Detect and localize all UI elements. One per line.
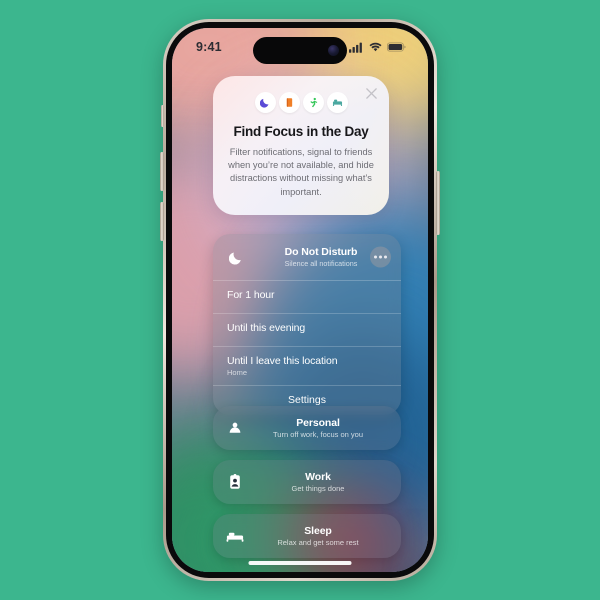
promo-icon-row xyxy=(227,92,375,113)
focus-mode-title: Sleep xyxy=(304,525,332,537)
volume-up-button[interactable] xyxy=(160,152,164,191)
status-bar-icons xyxy=(349,42,406,53)
focus-mode-title: Personal xyxy=(296,417,340,429)
dnd-option-label: Until I leave this location xyxy=(227,355,338,367)
focus-mode-subtitle: Relax and get some rest xyxy=(277,538,359,547)
bed-icon xyxy=(326,92,348,113)
focus-mode-subtitle: Turn off work, focus on you xyxy=(272,430,364,439)
close-icon[interactable] xyxy=(365,87,378,100)
focus-mode-personal[interactable]: Personal Turn off work, focus on you xyxy=(213,406,401,450)
moon-icon xyxy=(254,92,276,113)
dnd-option-until-this-evening[interactable]: Until this evening xyxy=(213,314,401,347)
iphone-device: 9:41 Find Focus in the Day Filter notifi… xyxy=(160,19,440,581)
dnd-option-for-1-hour[interactable]: For 1 hour xyxy=(213,281,401,314)
silent-switch-button[interactable] xyxy=(161,105,164,127)
status-bar-time: 9:41 xyxy=(196,40,222,54)
focus-mode-text: Work Get things done xyxy=(235,471,401,493)
dnd-option-sublabel: Home xyxy=(227,368,248,377)
focus-mode-title: Work xyxy=(305,471,331,483)
dnd-option-label: Until this evening xyxy=(227,322,306,334)
more-options-button[interactable] xyxy=(370,246,391,268)
dnd-option-label: For 1 hour xyxy=(227,289,275,301)
cellular-signal-icon xyxy=(349,42,362,53)
do-not-disturb-panel: Do Not Disturb Silence all notifications… xyxy=(213,234,401,415)
power-button[interactable] xyxy=(436,171,440,235)
wifi-icon xyxy=(369,42,382,51)
phone-screen: 9:41 Find Focus in the Day Filter notifi… xyxy=(172,28,428,572)
focus-mode-sleep[interactable]: Sleep Relax and get some rest xyxy=(213,514,401,558)
dynamic-island[interactable] xyxy=(253,37,347,64)
focus-mode-work[interactable]: Work Get things done xyxy=(213,460,401,504)
runner-icon xyxy=(302,92,324,113)
promo-body: Filter notifications, signal to friends … xyxy=(228,147,374,197)
book-icon xyxy=(278,92,300,113)
front-camera-icon xyxy=(328,45,339,56)
focus-mode-subtitle: Get things done xyxy=(291,484,345,493)
volume-down-button[interactable] xyxy=(160,202,164,241)
dnd-header[interactable]: Do Not Disturb Silence all notifications xyxy=(213,234,401,281)
promo-title: Find Focus in the Day xyxy=(233,124,369,139)
home-indicator[interactable] xyxy=(248,561,352,565)
battery-icon xyxy=(387,42,406,52)
focus-mode-text: Sleep Relax and get some rest xyxy=(235,525,401,547)
focus-mode-text: Personal Turn off work, focus on you xyxy=(235,417,401,439)
dnd-option-until-i-leave-this-location[interactable]: Until I leave this location Home xyxy=(213,347,401,386)
focus-promo-card: Find Focus in the Day Filter notificatio… xyxy=(213,76,389,215)
